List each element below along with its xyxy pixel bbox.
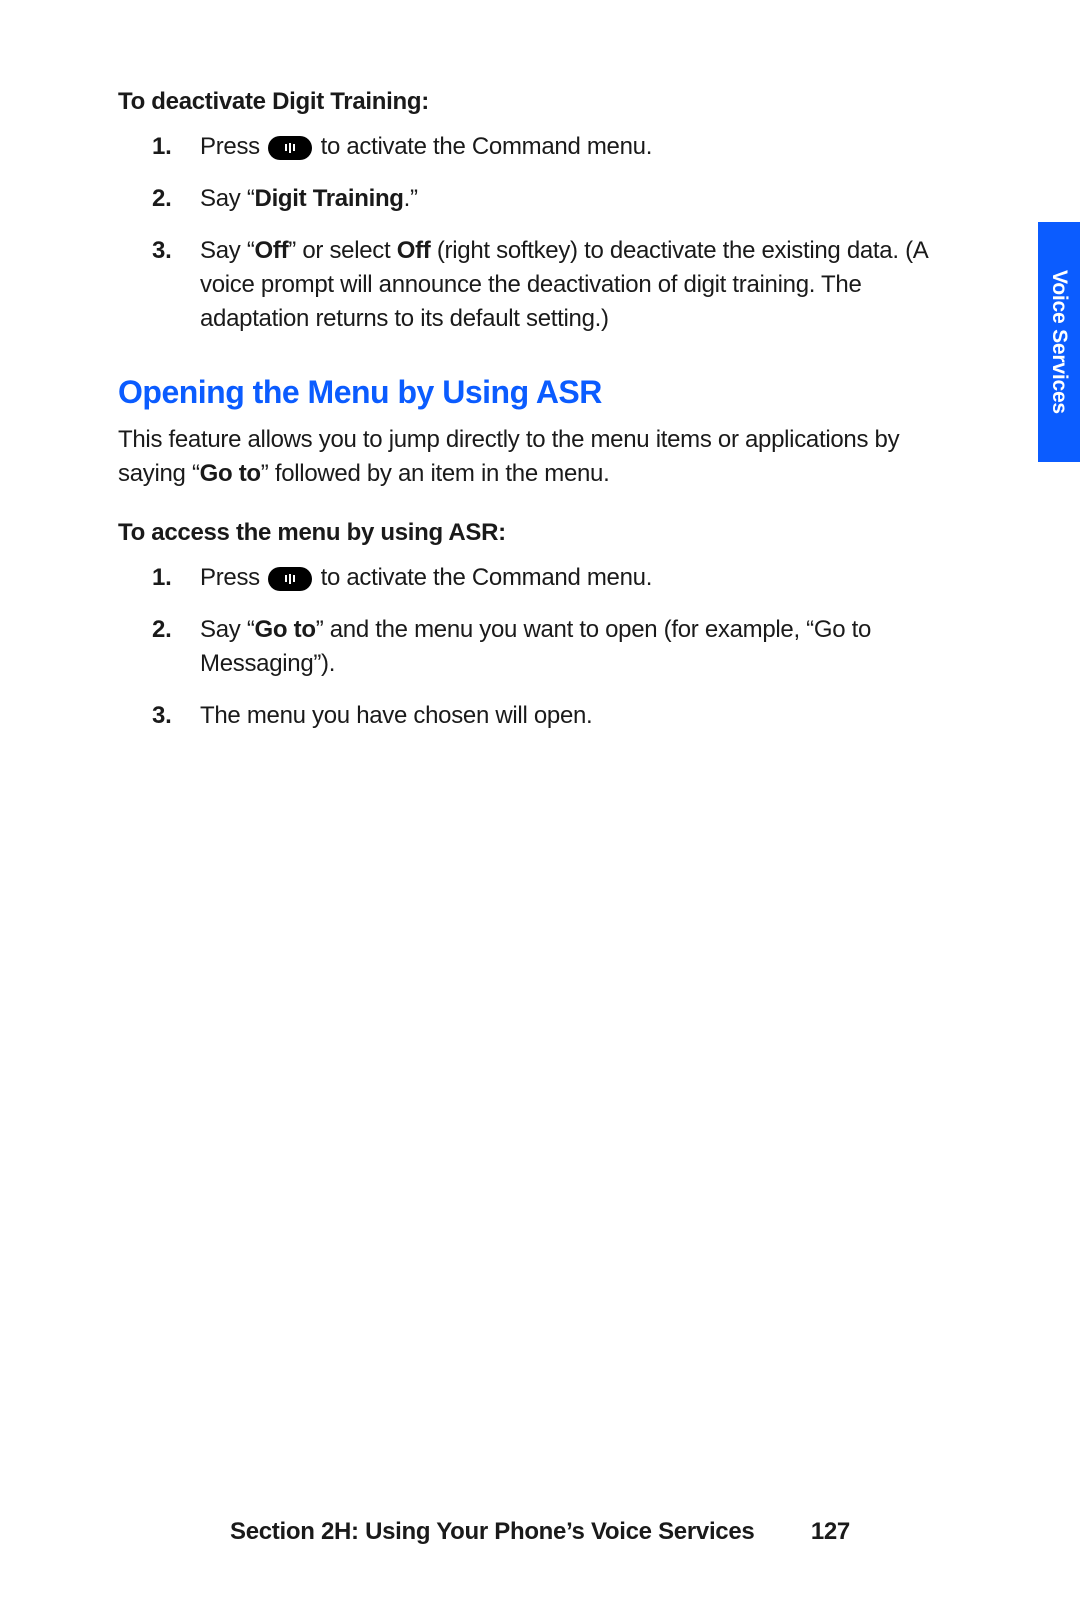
step-text: to activate the Command menu. — [314, 564, 652, 591]
access-step-3: The menu you have chosen will open. — [192, 699, 960, 733]
step-text: .” — [404, 185, 418, 212]
deactivate-step-1: Press to activate the Command menu. — [192, 130, 960, 164]
deactivate-steps: Press to activate the Command menu. Say … — [118, 130, 960, 336]
step-text: Say “ — [200, 185, 255, 212]
step-text: Say “ — [200, 616, 255, 643]
access-steps: Press to activate the Command menu. Say … — [118, 561, 960, 733]
speech-button-icon — [268, 136, 312, 160]
step-text: The menu you have chosen will open. — [200, 702, 592, 729]
deactivate-step-3: Say “Off” or select Off (right softkey) … — [192, 234, 960, 336]
step-text: Press — [200, 564, 266, 591]
step-bold: Digit Training — [255, 185, 404, 212]
step-text: to activate the Command menu. — [314, 133, 652, 160]
deactivate-heading: To deactivate Digit Training: — [118, 88, 960, 116]
step-bold: Go to — [255, 616, 316, 643]
step-text: Press — [200, 133, 266, 160]
side-tab: Voice Services — [1038, 222, 1080, 462]
intro-text: ” followed by an item in the menu. — [261, 460, 610, 487]
access-step-1: Press to activate the Command menu. — [192, 561, 960, 595]
intro-bold: Go to — [200, 460, 261, 487]
page-number: 127 — [811, 1518, 850, 1546]
speech-button-icon — [268, 567, 312, 591]
step-bold: Off — [255, 237, 289, 264]
access-step-2: Say “Go to” and the menu you want to ope… — [192, 613, 960, 681]
step-text: Say “ — [200, 237, 255, 264]
side-tab-label: Voice Services — [1047, 270, 1071, 414]
page-footer: Section 2H: Using Your Phone’s Voice Ser… — [0, 1518, 1080, 1546]
asr-intro: This feature allows you to jump directly… — [118, 423, 960, 491]
manual-page: Voice Services To deactivate Digit Train… — [0, 0, 1080, 1620]
step-text: ” or select — [288, 237, 396, 264]
asr-heading: Opening the Menu by Using ASR — [118, 374, 960, 411]
footer-section-title: Section 2H: Using Your Phone’s Voice Ser… — [230, 1518, 754, 1545]
access-heading: To access the menu by using ASR: — [118, 519, 960, 547]
step-bold: Off — [397, 237, 431, 264]
deactivate-step-2: Say “Digit Training.” — [192, 182, 960, 216]
